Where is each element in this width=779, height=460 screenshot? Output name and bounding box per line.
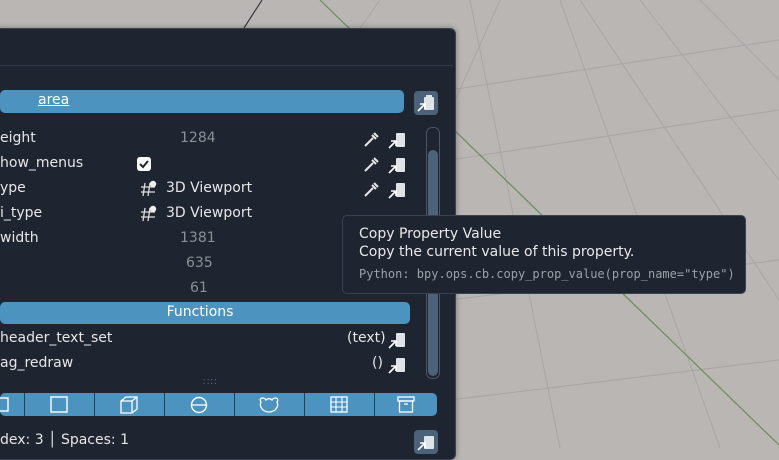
nav-button-sphere[interactable] bbox=[164, 393, 234, 416]
property-label: eight bbox=[0, 130, 36, 146]
eyedropper-icon[interactable] bbox=[361, 180, 381, 200]
tooltip-python: Python: bpy.ops.cb.copy_prop_value(prop_… bbox=[359, 267, 735, 281]
show-menus-checkbox[interactable] bbox=[137, 157, 151, 171]
area-header-button[interactable]: area bbox=[0, 90, 404, 113]
property-value[interactable]: 61 bbox=[190, 280, 208, 296]
area-label: area bbox=[38, 92, 70, 108]
monkey-head-icon bbox=[259, 397, 279, 413]
tooltip-description: Copy the current value of this property. bbox=[359, 244, 635, 260]
navigation-icon-bar bbox=[0, 393, 437, 416]
sphere-icon bbox=[190, 396, 208, 414]
functions-label: Functions bbox=[166, 304, 234, 320]
eyedropper-icon[interactable] bbox=[361, 130, 381, 150]
resize-grip-icon[interactable]: ∷∷ bbox=[203, 377, 218, 388]
tooltip-title: Copy Property Value bbox=[359, 226, 502, 242]
property-value[interactable]: 635 bbox=[186, 255, 213, 271]
functions-header[interactable]: Functions bbox=[0, 302, 410, 324]
nav-button-1[interactable] bbox=[0, 393, 23, 416]
function-label: ag_redraw bbox=[0, 355, 74, 371]
grid-icon bbox=[330, 396, 348, 413]
property-value[interactable]: 3D Viewport bbox=[166, 180, 252, 196]
copy-clipboard-icon bbox=[417, 436, 434, 451]
partial-icon bbox=[0, 397, 9, 412]
status-copy-button[interactable] bbox=[414, 430, 438, 454]
property-label: how_menus bbox=[0, 155, 84, 171]
function-args: (text) bbox=[347, 330, 386, 346]
nav-button-archive[interactable] bbox=[374, 393, 438, 416]
property-value[interactable]: 3D Viewport bbox=[166, 205, 252, 221]
3d-viewport-icon bbox=[141, 180, 157, 197]
function-args: () bbox=[372, 355, 383, 371]
copy-value-icon[interactable] bbox=[386, 155, 408, 175]
property-value[interactable]: 1284 bbox=[180, 130, 216, 146]
eyedropper-icon[interactable] bbox=[361, 155, 381, 175]
nav-button-grid[interactable] bbox=[304, 393, 374, 416]
property-label: width bbox=[0, 230, 39, 246]
status-text: dex: 3 │ Spaces: 1 bbox=[0, 432, 129, 448]
nav-button-square[interactable] bbox=[24, 393, 94, 416]
property-value[interactable]: 1381 bbox=[180, 230, 216, 246]
nav-button-cube[interactable] bbox=[94, 393, 164, 416]
cube-icon bbox=[120, 396, 138, 414]
property-label: ype bbox=[0, 180, 26, 196]
copy-clipboard-icon bbox=[417, 95, 434, 112]
panel-header-divider bbox=[0, 65, 453, 66]
run-function-icon[interactable] bbox=[386, 330, 408, 350]
area-copy-button[interactable] bbox=[414, 91, 438, 115]
function-row-tag-redraw[interactable]: ag_redraw () bbox=[0, 353, 440, 375]
3d-viewport-icon bbox=[141, 205, 157, 222]
function-label: header_text_set bbox=[0, 330, 113, 346]
nav-button-monkey[interactable] bbox=[234, 393, 304, 416]
function-row-header-text-set[interactable]: header_text_set (text) bbox=[0, 328, 440, 350]
copy-value-icon[interactable] bbox=[386, 180, 408, 200]
square-icon bbox=[50, 396, 68, 413]
tooltip: Copy Property Value Copy the current val… bbox=[342, 215, 746, 294]
run-function-icon[interactable] bbox=[386, 355, 408, 375]
checkmark-icon bbox=[139, 160, 149, 169]
archive-box-icon bbox=[397, 396, 415, 413]
copy-value-icon[interactable] bbox=[386, 130, 408, 150]
property-label: i_type bbox=[0, 205, 43, 221]
